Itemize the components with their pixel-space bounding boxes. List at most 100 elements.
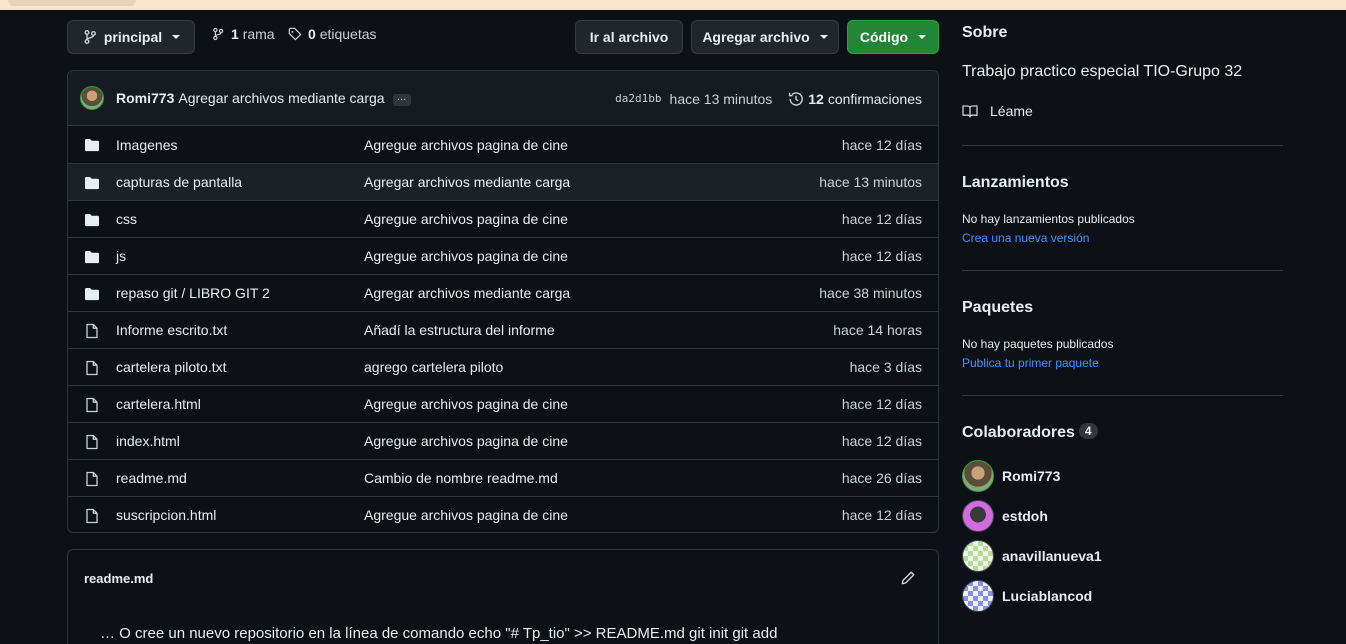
contributor-item[interactable]: anavillanueva1 [962, 540, 1102, 572]
file-commit-message[interactable]: Cambio de nombre readme.md [364, 470, 558, 486]
file-commit-message[interactable]: Agregar archivos mediante carga [364, 285, 570, 301]
contributor-item[interactable]: estdoh [962, 500, 1048, 532]
file-name[interactable]: cartelera piloto.txt [116, 359, 227, 375]
branches-count: 1 [231, 26, 239, 42]
tags-link[interactable]: 0 etiquetas [288, 26, 377, 42]
table-row[interactable]: cartelera.html Agregue archivos pagina de… [68, 385, 938, 422]
file-name[interactable]: capturas de pantalla [116, 174, 242, 190]
file-name[interactable]: repaso git / LIBRO GIT 2 [116, 285, 270, 301]
avatar [962, 540, 994, 572]
divider [962, 270, 1283, 271]
file-age: hace 12 días [841, 211, 922, 227]
code-label: Código [859, 29, 909, 45]
contributor-item[interactable]: Romi773 [962, 460, 1060, 492]
file-commit-message[interactable]: Agregar archivos mediante carga [364, 174, 570, 190]
readme-body: … O cree un nuevo repositorio en la líne… [100, 625, 778, 642]
table-row[interactable]: Imagenes Agregue archivos pagina de cine h… [68, 126, 938, 163]
file-commit-message[interactable]: Agregue archivos pagina de cine [364, 507, 568, 523]
file-age: hace 12 días [841, 396, 922, 412]
commit-author[interactable]: Romi773 [116, 90, 174, 106]
packages-title[interactable]: Paquetes [962, 299, 1033, 317]
file-age: hace 12 días [841, 248, 922, 264]
table-row[interactable]: css Agregue archivos pagina de cine hace 1… [68, 200, 938, 237]
contributor-item[interactable]: Luciablancod [962, 580, 1092, 612]
table-row[interactable]: readme.md Cambio de nombre readme.md hace … [68, 459, 938, 496]
browser-tab[interactable] [8, 0, 136, 6]
file-commit-message[interactable]: Agregue archivos pagina de cine [364, 211, 568, 227]
file-commit-message[interactable]: Agregue archivos pagina de cine [364, 396, 568, 412]
create-release-link[interactable]: Crea una nueva versión [962, 231, 1089, 245]
packages-empty: No hay paquetes publicados [962, 337, 1114, 351]
contributors-title[interactable]: Colaboradores 4 [962, 423, 1098, 442]
file-icon [86, 397, 98, 413]
folder-icon [85, 288, 99, 301]
file-name[interactable]: index.html [116, 433, 180, 449]
file-age: hace 12 días [841, 433, 922, 449]
file-name[interactable]: suscripcion.html [116, 507, 216, 523]
file-commit-message[interactable]: Añadí la estructura del informe [364, 322, 555, 338]
contributor-name: Romi773 [1002, 468, 1061, 484]
contributor-name: estdoh [1002, 508, 1048, 524]
file-icon [86, 471, 98, 487]
publish-package-link[interactable]: Publica tu primer paquete [962, 356, 1099, 370]
table-row[interactable]: index.html Agregue archivos pagina de cin… [68, 422, 938, 459]
tags-count: 0 [308, 26, 316, 42]
tags-word: etiquetas [319, 26, 377, 42]
branches-link[interactable]: 1 rama [211, 26, 275, 42]
file-commit-message[interactable]: Agregue archivos pagina de cine [364, 433, 568, 449]
book-icon [962, 105, 978, 118]
table-row[interactable]: js Agregue archivos pagina de cine hace 12… [68, 237, 938, 274]
table-row[interactable]: cartelera piloto.txt agrego cartelera pil… [68, 348, 938, 385]
file-name[interactable]: cartelera.html [116, 396, 201, 412]
file-name[interactable]: readme.md [116, 470, 187, 486]
branch-icon [84, 30, 96, 44]
pencil-icon[interactable] [900, 570, 916, 586]
commit-sha[interactable]: da2d1bb [615, 92, 661, 105]
file-commit-message[interactable]: Agregue archivos pagina de cine [364, 248, 568, 264]
file-commit-message[interactable]: agrego cartelera piloto [364, 359, 503, 375]
file-name[interactable]: Imagenes [116, 137, 177, 153]
file-name[interactable]: Informe escrito.txt [116, 322, 227, 338]
add-file-button[interactable]: Agregar archivo [691, 20, 839, 54]
table-row[interactable]: repaso git / LIBRO GIT 2 Agregar archivos… [68, 274, 938, 311]
readme-link[interactable]: Léame [962, 103, 1033, 119]
branch-icon [213, 27, 224, 41]
file-name[interactable]: css [116, 211, 137, 227]
file-name[interactable]: js [116, 248, 126, 264]
file-age: hace 13 minutos [819, 174, 922, 190]
releases-title[interactable]: Lanzamientos [962, 174, 1069, 192]
table-row[interactable]: capturas de pantalla Agregar archivos med… [68, 163, 938, 200]
browser-top-strip [0, 0, 1346, 10]
folder-icon [85, 251, 99, 264]
commits-count: 12 [808, 90, 824, 107]
latest-commit-bar: Romi773 Agregar archivos mediante carga … [68, 71, 938, 126]
folder-icon [85, 139, 99, 152]
file-icon [86, 323, 98, 339]
file-icon [86, 360, 98, 376]
expand-commit-button[interactable]: … [392, 93, 411, 106]
file-icon [86, 508, 98, 524]
go-to-file-button[interactable]: Ir al archivo [575, 20, 683, 54]
readme-link-label: Léame [990, 103, 1033, 119]
commit-message[interactable]: Agregar archivos mediante carga [178, 90, 384, 106]
file-browser: Romi773 Agregar archivos mediante carga … [67, 70, 939, 533]
history-icon [789, 91, 804, 106]
folder-icon [85, 214, 99, 227]
branch-select-button[interactable]: principal [67, 20, 195, 54]
tag-icon [288, 27, 302, 41]
contributors-count-badge: 4 [1078, 423, 1098, 439]
file-icon [86, 434, 98, 450]
file-list: Imagenes Agregue archivos pagina de cine h… [68, 126, 938, 532]
avatar[interactable] [80, 86, 104, 110]
contributor-name: Luciablancod [1002, 588, 1093, 604]
table-row[interactable]: suscripcion.html Agregue archivos pagina … [68, 496, 938, 532]
readme-title[interactable]: readme.md [84, 571, 153, 586]
file-commit-message[interactable]: Agregue archivos pagina de cine [364, 137, 568, 153]
code-button[interactable]: Código [847, 20, 939, 54]
table-row[interactable]: Informe escrito.txt Añadí la estructura d… [68, 311, 938, 348]
commits-link[interactable]: 12 confirmaciones [788, 91, 922, 107]
divider [962, 145, 1283, 146]
file-age: hace 38 minutos [819, 285, 922, 301]
chevron-down-icon [172, 35, 181, 39]
file-age: hace 12 días [841, 507, 922, 523]
